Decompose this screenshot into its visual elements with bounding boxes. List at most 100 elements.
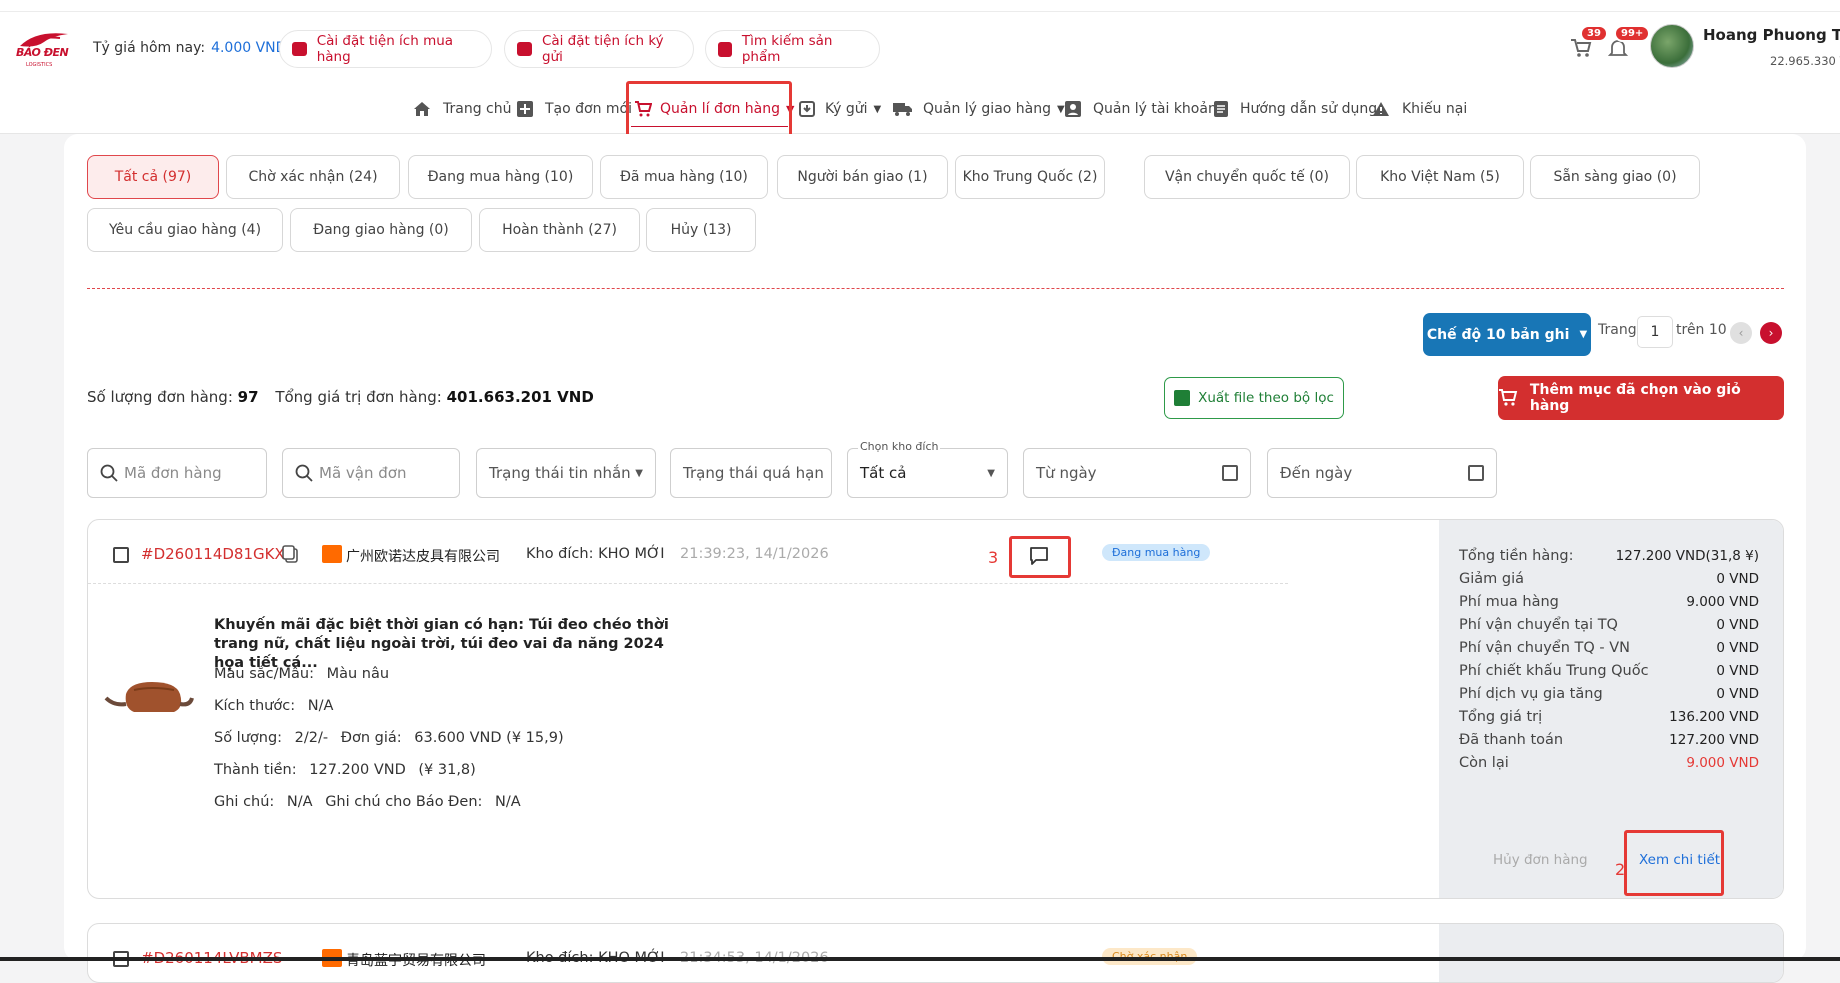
excel-icon — [1174, 390, 1191, 406]
next-page-button[interactable]: › — [1760, 322, 1782, 344]
logo[interactable]: BÁO ĐEN LOGISTICS — [16, 28, 72, 68]
tracking-code-placeholder: Mã vận đơn — [319, 464, 407, 482]
document-icon — [1214, 101, 1228, 117]
order-header-divider — [88, 583, 1288, 584]
tab-completed[interactable]: Hoàn thành (27) — [479, 208, 640, 252]
order-code-placeholder: Mã đơn hàng — [124, 464, 222, 482]
tab-ready[interactable]: Sẵn sàng giao (0) — [1530, 155, 1700, 199]
caret-down-icon: ▼ — [635, 467, 643, 479]
subtotal-value: 127.200 VND — [309, 762, 406, 778]
summary-label: Phí chiết khấu Trung Quốc — [1459, 663, 1649, 679]
count-value: 97 — [237, 388, 259, 406]
consign-extension-button[interactable]: Cài đặt tiện ích ký gửi — [504, 30, 694, 68]
shop-name[interactable]: 广州欧诺达皮具有限公司 — [346, 546, 500, 566]
view-detail-button[interactable]: Xem chi tiết — [1639, 852, 1720, 868]
caret-down-icon: ▼ — [987, 467, 995, 479]
search-product-button[interactable]: Tìm kiếm sản phẩm — [705, 30, 880, 68]
summary-value: 136.200 VND — [1669, 709, 1759, 725]
qty-value: 2/2/- — [294, 730, 329, 746]
logo-sub: LOGISTICS — [26, 62, 53, 68]
export-button[interactable]: Xuất file theo bộ lọc — [1164, 377, 1344, 419]
tab-all[interactable]: Tất cả (97) — [87, 155, 219, 199]
add-to-cart-button[interactable]: Thêm mục đã chọn vào giỏ hàng — [1498, 376, 1784, 420]
calendar-icon[interactable] — [1468, 465, 1484, 481]
order-id[interactable]: #D260114D81GKX — [141, 545, 285, 563]
records-mode-label: Chế độ 10 bản ghi — [1426, 326, 1570, 343]
nav-guide[interactable]: Hướng dẫn sử dụng — [1214, 96, 1377, 122]
chat-icon[interactable] — [1029, 546, 1049, 566]
nav-label: Quản lý giao hàng — [923, 101, 1052, 117]
nav-home[interactable]: Trang chủ — [413, 96, 511, 122]
summary-row: Phí vận chuyển TQ - VN 0 VND — [1459, 640, 1759, 656]
tab-delivering[interactable]: Đang giao hàng (0) — [290, 208, 472, 252]
nav-label: Quản lý tài khoản — [1093, 101, 1217, 117]
count-label: Số lượng đơn hàng: — [87, 388, 233, 406]
product-notes: Ghi chú: N/A Ghi chú cho Báo Đen: N/A — [214, 794, 521, 810]
order-time: 21:39:23, 14/1/2026 — [680, 546, 829, 562]
tab-pending[interactable]: Chờ xác nhận (24) — [226, 155, 400, 199]
order-cost-summary — [1439, 924, 1783, 982]
tab-china-warehouse[interactable]: Kho Trung Quốc (2) — [955, 155, 1105, 199]
from-date-input[interactable]: Từ ngày — [1023, 448, 1251, 498]
warehouse-select[interactable]: Tất cả ▼ — [847, 448, 1008, 498]
truck-icon — [893, 103, 912, 116]
chevron-right-icon: › — [1768, 326, 1774, 340]
nav-new-order[interactable]: Tạo đơn mới — [517, 96, 632, 122]
warehouse-label: Chọn kho đích — [858, 440, 941, 453]
product-title[interactable]: Khuyến mãi đặc biệt thời gian có hạn: Tú… — [214, 616, 674, 673]
page-label: Trang — [1598, 322, 1637, 338]
summary-value: 9.000 VND — [1686, 594, 1759, 610]
page-input[interactable]: 1 — [1637, 316, 1673, 348]
product-image[interactable] — [104, 660, 194, 720]
nav-label: Trang chủ — [443, 101, 512, 117]
tab-delivery-request[interactable]: Yêu cầu giao hàng (4) — [87, 208, 283, 252]
destination-warehouse: Kho đích: KHO MỚI — [526, 546, 665, 562]
chevron-down-icon: ▼ — [1579, 329, 1588, 340]
exchange-rate: Tỷ giá hôm nay: 4.000 VND — [93, 40, 286, 56]
summary-value: 0 VND — [1716, 663, 1759, 679]
order-card: #D260114D81GKX 广州欧诺达皮具有限公司 Kho đích: KHO… — [87, 519, 1784, 899]
tracking-code-input[interactable]: Mã vận đơn — [282, 448, 460, 498]
nav-account[interactable]: Quản lý tài khoản — [1065, 96, 1217, 122]
order-code-input[interactable]: Mã đơn hàng — [87, 448, 267, 498]
tab-bought[interactable]: Đã mua hàng (10) — [600, 155, 768, 199]
summary-label: Phí dịch vụ gia tăng — [1459, 686, 1603, 702]
user-area: 39 99+ Hoang Phuong Thao (A0C 22.965.330… — [1570, 20, 1840, 80]
product-color: Màu sắc/Mẫu: Màu nâu — [214, 666, 389, 682]
shop-logo-icon — [322, 545, 342, 563]
message-status-select[interactable]: Trạng thái tin nhắn ▼ — [476, 448, 656, 498]
cancel-order-button[interactable]: Hủy đơn hàng — [1493, 852, 1588, 868]
buy-extension-button[interactable]: Cài đặt tiện ích mua hàng — [279, 30, 492, 68]
tab-buying[interactable]: Đang mua hàng (10) — [408, 155, 593, 199]
summary-value: 0 VND — [1716, 571, 1759, 587]
subtotal-cny: (¥ 31,8) — [418, 762, 476, 778]
nav-consign[interactable]: Ký gửi ▼ — [799, 96, 881, 122]
calendar-icon[interactable] — [1222, 465, 1238, 481]
tab-international[interactable]: Vận chuyển quốc tế (0) — [1144, 155, 1350, 199]
prev-page-button[interactable]: ‹ — [1730, 322, 1752, 344]
pill-label: Tìm kiếm sản phẩm — [741, 33, 833, 65]
avatar[interactable] — [1650, 24, 1694, 68]
note-label: Ghi chú: — [214, 794, 275, 810]
summary-value: 127.200 VND — [1669, 732, 1759, 748]
order-checkbox[interactable] — [113, 547, 129, 563]
summary-value: 127.200 VND(31,8 ¥) — [1615, 548, 1759, 564]
user-name[interactable]: Hoang Phuong Thao (A0C — [1703, 26, 1840, 44]
extension-icon — [292, 42, 307, 56]
to-date-input[interactable]: Đến ngày — [1267, 448, 1497, 498]
order-cost-summary: Tổng tiền hàng: 127.200 VND(31,8 ¥) Giảm g… — [1439, 520, 1783, 898]
tab-seller-shipped[interactable]: Người bán giao (1) — [777, 155, 948, 199]
tab-cancelled[interactable]: Hủy (13) — [646, 208, 756, 252]
nav-delivery[interactable]: Quản lý giao hàng ▼ — [893, 96, 1065, 122]
summary-label: Phí vận chuyển tại TQ — [1459, 617, 1618, 633]
top-header: BÁO ĐEN LOGISTICS Tỷ giá hôm nay: 4.000 V… — [0, 0, 1840, 167]
tab-vietnam-warehouse[interactable]: Kho Việt Nam (5) — [1356, 155, 1524, 199]
size-value: N/A — [307, 698, 334, 714]
records-mode-dropdown[interactable]: Chế độ 10 bản ghi ▼ — [1423, 313, 1591, 356]
nav-complaint[interactable]: Khiếu nại — [1372, 96, 1467, 122]
summary-label: Phí mua hàng — [1459, 594, 1559, 610]
overdue-status-label: Trạng thái quá hạn — [683, 464, 824, 482]
overdue-status-select[interactable]: Trạng thái quá hạn — [670, 448, 832, 498]
copy-icon[interactable] — [282, 545, 298, 563]
cart-badge: 39 — [1580, 25, 1608, 42]
